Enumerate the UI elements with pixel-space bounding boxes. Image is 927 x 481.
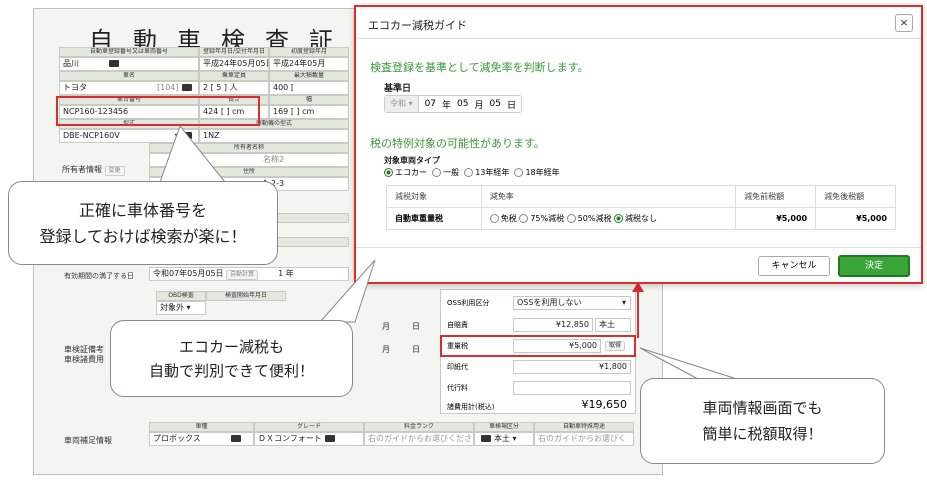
callout-ecocar: エコカー減税も 自動で判別できて便利！ (110, 320, 353, 397)
callout-vehicle-info: 車両情報画面でも 簡単に税額取得！ (640, 378, 885, 464)
callout-chassis: 正確に車体番号を 登録しておけば検索が楽に！ (8, 181, 278, 265)
